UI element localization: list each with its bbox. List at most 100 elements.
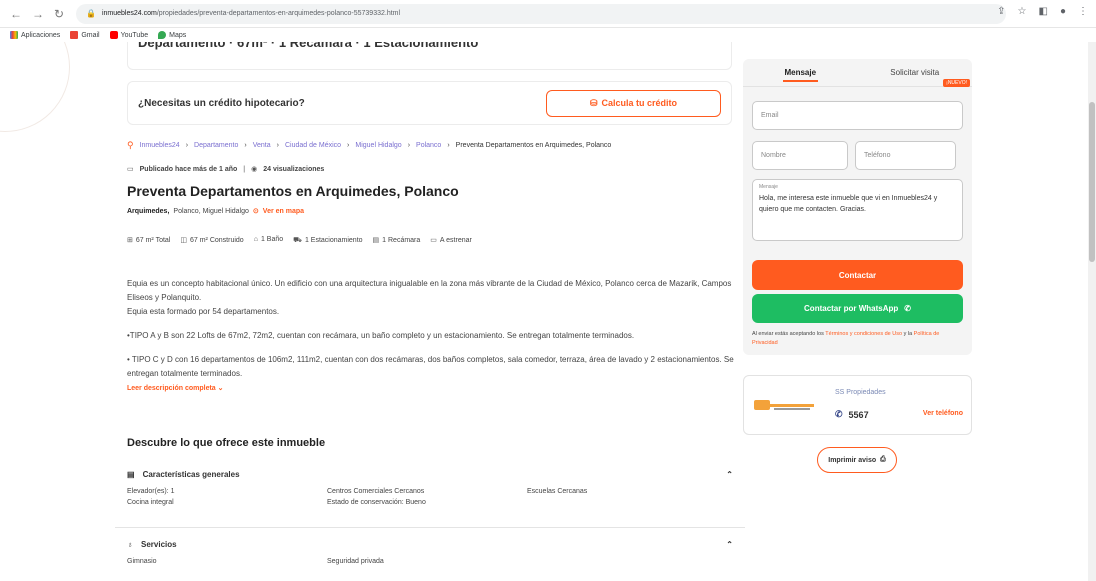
feature-item: [527, 499, 727, 506]
chevron-up-icon[interactable]: ⌃: [726, 470, 733, 479]
bookmark-gmail[interactable]: Gmail: [70, 31, 100, 39]
view-count: 24 visualizaciones: [263, 165, 325, 173]
map-pin-icon: ⊙: [252, 208, 259, 215]
description-paragraph: Equia esta formado por 54 departamentos.: [127, 307, 280, 316]
scrollbar[interactable]: [1088, 42, 1096, 581]
browser-actions: ⇪ ☆ ◧ ● ⋮: [997, 6, 1088, 17]
breadcrumb: ⚲ Inmuebles24 › Departamento › Venta › Ciud…: [127, 140, 612, 150]
nav-buttons: ← → ↻: [0, 7, 72, 21]
email-field[interactable]: Email: [752, 101, 963, 130]
listing-location: Arquimedes, Polanco, Miguel Hidalgo ⊙ Ve…: [127, 207, 304, 216]
message-text: Hola, me interesa este inmueble que vi e…: [759, 195, 938, 213]
read-more-link[interactable]: Leer descripción completa ⌄: [127, 385, 224, 392]
bulb-icon: ♁: [127, 539, 133, 549]
calendar-icon: ▭: [430, 237, 437, 244]
whatsapp-icon: ✆: [904, 304, 911, 313]
contact-form: Mensaje Solicitar visita ¡NUEVO! Email N…: [743, 59, 972, 355]
page-content: Departamento · 67m² · 1 Recámara · 1 Est…: [0, 42, 1096, 581]
feature-condition: ▭ A estrenar: [430, 237, 472, 244]
agent-name: SS Propiedades: [835, 389, 886, 396]
feature-item: Escuelas Cercanas: [527, 488, 588, 495]
location-area: Polanco, Miguel Hidalgo: [173, 207, 249, 215]
general-features-header[interactable]: ▤ Características generales ⌃: [115, 466, 745, 482]
decorative-circle: [0, 42, 70, 132]
bookmark-youtube[interactable]: YouTube: [109, 31, 148, 39]
services-header[interactable]: ♁ Servicios ⌃: [115, 536, 745, 552]
phone-icon: ✆: [835, 409, 843, 419]
star-icon[interactable]: ☆: [1018, 6, 1027, 17]
chevron-up-icon[interactable]: ⌃: [726, 540, 733, 549]
sidepanel-icon[interactable]: ◧: [1039, 6, 1048, 17]
name-field[interactable]: Nombre: [752, 141, 848, 170]
listing-meta: ▭ Publicado hace más de 1 año | ◉ 24 vis…: [127, 165, 325, 174]
feature-bathrooms: ⌂ 1 Baño: [253, 236, 284, 243]
bath-icon: ⌂: [253, 236, 258, 243]
agent-card: SS Propiedades ✆ 5567 Ver teléfono: [743, 375, 972, 435]
url-host: inmuebles24.com: [101, 10, 157, 17]
browser-toolbar: ← → ↻ 🔒 inmuebles24.com /propiedades/pre…: [0, 0, 1096, 28]
agent-phone: ✆ 5567: [835, 409, 869, 420]
breadcrumb-item[interactable]: Inmuebles24: [140, 142, 180, 149]
legal-notice: Al enviar estás aceptando los Términos y…: [752, 331, 940, 346]
service-item: Seguridad privada: [327, 558, 384, 565]
summary-card: Departamento · 67m² · 1 Recámara · 1 Est…: [127, 42, 732, 70]
area-icon: ◫: [180, 237, 187, 244]
lock-icon: 🔒: [86, 9, 96, 18]
phone-field[interactable]: Teléfono: [855, 141, 956, 170]
description-paragraph: Equia es un concepto habitacional único.…: [127, 279, 732, 302]
document-icon: ▤: [127, 469, 135, 479]
feature-parking: ⛟ 1 Estacionamiento: [293, 237, 363, 244]
services-section: ♁ Servicios ⌃ Gimnasio Seguridad privada: [115, 536, 745, 566]
message-field[interactable]: Mensaje Hola, me interesa este inmueble …: [752, 179, 963, 241]
bookmark-apps[interactable]: Aplicaciones: [10, 31, 60, 39]
print-button[interactable]: Imprimir aviso ⎙: [817, 447, 897, 473]
breadcrumb-item[interactable]: Miguel Hidalgo: [355, 142, 401, 149]
gmail-icon: [70, 31, 79, 39]
feature-item: Estado de conservación: Bueno: [327, 499, 426, 506]
breadcrumb-item[interactable]: Departamento: [194, 142, 238, 149]
general-features-section: ▤ Características generales ⌃ Elevador(es…: [115, 466, 745, 507]
apps-icon: [10, 31, 18, 39]
breadcrumb-item[interactable]: Polanco: [416, 142, 441, 149]
credit-card: ¿Necesitas un crédito hipotecario? ⛁ Cal…: [127, 81, 732, 125]
service-item: Gimnasio: [127, 558, 157, 565]
breadcrumb-item[interactable]: Venta: [253, 142, 271, 149]
chevron-down-icon: ⌄: [217, 385, 224, 392]
feature-item: Centros Comerciales Cercanos: [327, 488, 425, 495]
description-paragraph: •TIPO A y B son 22 Lofts de 67m2, 72m2, …: [127, 331, 635, 340]
back-icon[interactable]: ←: [10, 7, 22, 21]
logo-pin-icon: ⚲: [127, 140, 134, 150]
service-item: [527, 558, 727, 565]
feature-total-area: ⊞ 67 m² Total: [127, 237, 171, 244]
terms-link[interactable]: Términos y condiciones de Uso: [825, 331, 902, 337]
calendar-icon: ▭: [127, 166, 134, 173]
reload-icon[interactable]: ↻: [54, 7, 64, 21]
contact-button[interactable]: Contactar: [752, 260, 963, 290]
listing-title: Preventa Departamentos en Arquimedes, Po…: [127, 183, 459, 199]
description: Equia es un concepto habitacional único.…: [127, 277, 747, 396]
feature-item: Elevador(es): 1: [127, 488, 175, 495]
feature-bedrooms: ▤ 1 Recámara: [372, 237, 421, 244]
new-badge: ¡NUEVO!: [943, 79, 970, 87]
address-bar[interactable]: 🔒 inmuebles24.com /propiedades/preventa-…: [76, 3, 1006, 24]
profile-icon[interactable]: ●: [1060, 6, 1066, 17]
published-date: Publicado hace más de 1 año: [139, 165, 238, 173]
maps-icon: [158, 31, 167, 39]
scrollbar-thumb[interactable]: [1089, 102, 1095, 262]
breadcrumb-item[interactable]: Ciudad de México: [285, 142, 341, 149]
agent-logo: [754, 400, 814, 410]
feature-list: ⊞ 67 m² Total ◫ 67 m² Construido ⌂ 1 Baño ⛟…: [127, 236, 472, 245]
form-tabs: Mensaje Solicitar visita: [743, 59, 972, 87]
calculate-credit-button[interactable]: ⛁ Calcula tu crédito: [546, 89, 721, 117]
menu-icon[interactable]: ⋮: [1078, 6, 1088, 17]
services-list: Gimnasio Seguridad privada: [115, 558, 745, 565]
see-phone-link[interactable]: Ver teléfono: [923, 410, 963, 417]
whatsapp-button[interactable]: Contactar por WhatsApp ✆: [752, 294, 963, 323]
forward-icon[interactable]: →: [32, 7, 44, 21]
tab-message[interactable]: Mensaje: [743, 59, 858, 86]
view-map-link[interactable]: Ver en mapa: [263, 208, 304, 215]
car-icon: ⛟: [293, 237, 302, 244]
bookmark-maps[interactable]: Maps: [158, 31, 186, 39]
bookmarks-bar: Aplicaciones Gmail YouTube Maps: [0, 28, 1096, 42]
share-icon[interactable]: ⇪: [997, 6, 1005, 17]
